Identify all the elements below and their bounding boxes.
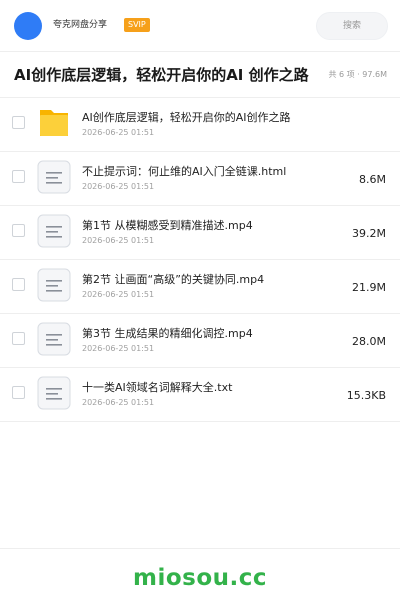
search-input[interactable]: 搜索 (316, 12, 388, 40)
file-size: 15.3KB (346, 389, 386, 402)
file-date: 2026-06-25 01:51 (82, 236, 155, 245)
file-list: AI创作底层逻辑，轻松开启你的AI创作之路 2026-06-25 01:51 不… (0, 98, 400, 422)
file-count-size: 共 6 项 · 97.6M (328, 70, 387, 79)
file-row[interactable]: AI创作底层逻辑，轻松开启你的AI创作之路 2026-06-25 01:51 (0, 98, 400, 152)
svip-badge: SVIP (124, 18, 150, 32)
file-name: 第1节 从模糊感受到精准描述.mp4 (82, 219, 253, 232)
avatar[interactable] (14, 12, 42, 40)
row-checkbox[interactable] (12, 224, 25, 237)
title-row: AI创作底层逻辑，轻松开启你的AI 创作之路 共 6 项 · 97.6M (0, 52, 400, 98)
row-checkbox[interactable] (12, 386, 25, 399)
file-row[interactable]: 第2节 让画面“高级”的关键协同.mp4 2026-06-25 01:51 21… (0, 260, 400, 314)
file-name: AI创作底层逻辑，轻松开启你的AI创作之路 (82, 111, 291, 124)
file-size: 8.6M (359, 173, 386, 186)
file-size: 28.0M (352, 335, 386, 348)
document-icon (37, 322, 71, 356)
file-size: 21.9M (352, 281, 386, 294)
share-name: 夸克网盘分享 (53, 20, 108, 30)
file-row[interactable]: 十一类AI领域名词解释大全.txt 2026-06-25 01:51 15.3K… (0, 368, 400, 422)
row-checkbox[interactable] (12, 116, 25, 129)
row-checkbox[interactable] (12, 278, 25, 291)
file-date: 2026-06-25 01:51 (82, 290, 155, 299)
file-name: 不止提示词：何止维的AI入门全链课.html (82, 165, 287, 178)
file-name: 十一类AI领域名词解释大全.txt (82, 381, 233, 394)
page-title: AI创作底层逻辑，轻松开启你的AI 创作之路 (14, 66, 309, 84)
footer-brand: miosou.cc (132, 565, 268, 591)
folder-icon (37, 106, 71, 140)
row-checkbox[interactable] (12, 170, 25, 183)
file-name: 第2节 让画面“高级”的关键协同.mp4 (82, 273, 265, 286)
document-icon (37, 376, 71, 410)
file-date: 2026-06-25 01:51 (82, 128, 155, 137)
file-row[interactable]: 不止提示词：何止维的AI入门全链课.html 2026-06-25 01:51 … (0, 152, 400, 206)
file-date: 2026-06-25 01:51 (82, 398, 155, 407)
file-date: 2026-06-25 01:51 (82, 182, 155, 191)
document-icon (37, 214, 71, 248)
file-row[interactable]: 第1节 从模糊感受到精准描述.mp4 2026-06-25 01:51 39.2… (0, 206, 400, 260)
document-icon (37, 268, 71, 302)
footer-divider (0, 548, 400, 549)
file-name: 第3节 生成结果的精细化调控.mp4 (82, 327, 253, 340)
document-icon (37, 160, 71, 194)
header: 夸克网盘分享 SVIP 搜索 (0, 0, 400, 52)
file-date: 2026-06-25 01:51 (82, 344, 155, 353)
file-size: 39.2M (352, 227, 386, 240)
file-row[interactable]: 第3节 生成结果的精细化调控.mp4 2026-06-25 01:51 28.0… (0, 314, 400, 368)
row-checkbox[interactable] (12, 332, 25, 345)
